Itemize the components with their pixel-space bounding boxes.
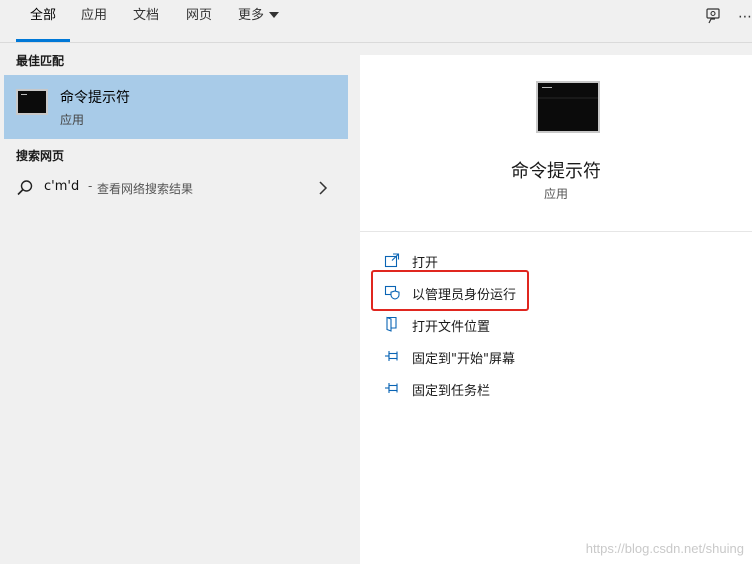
divider — [360, 231, 752, 232]
search-filter-bar: 全部 应用 文档 网页 更多 ⋯ — [0, 0, 752, 43]
chevron-right-icon[interactable] — [318, 181, 328, 195]
action-open-file-location[interactable]: 打开文件位置 — [360, 310, 752, 338]
action-pin-to-taskbar-label: 固定到任务栏 — [412, 384, 491, 399]
file-location-icon — [386, 316, 397, 332]
command-prompt-icon — [16, 89, 48, 115]
app-name: 命令提示符 — [511, 161, 601, 182]
command-prompt-icon — [536, 81, 600, 133]
search-icon — [17, 180, 33, 196]
action-pin-to-start-label: 固定到"开始"屏幕 — [412, 352, 515, 367]
action-open-file-location-label: 打开文件位置 — [412, 320, 491, 335]
action-open-label: 打开 — [412, 256, 439, 271]
web-search-query: c'm'd — [44, 179, 80, 194]
feedback-icon[interactable] — [705, 7, 723, 25]
action-pin-to-taskbar[interactable]: 固定到任务栏 — [360, 374, 752, 402]
tab-web[interactable]: 网页 — [186, 0, 212, 43]
app-detail-panel: 命令提示符 应用 打开 以管理员身份运行 打开文件位置 固定到"开始"屏幕 固定… — [360, 55, 752, 564]
tab-apps[interactable]: 应用 — [81, 0, 107, 43]
best-match-name: 命令提示符 — [60, 90, 130, 106]
web-search-heading: 搜索网页 — [16, 149, 65, 163]
tab-all[interactable]: 全部 — [15, 0, 71, 43]
tab-more[interactable]: 更多 — [238, 0, 280, 43]
more-options-icon[interactable]: ⋯ — [738, 8, 752, 26]
chevron-down-icon — [269, 11, 280, 18]
best-match-type: 应用 — [60, 113, 85, 127]
best-match-result[interactable]: 命令提示符 应用 — [4, 75, 348, 139]
annotation-highlight-box — [371, 270, 529, 311]
pin-icon — [385, 383, 398, 393]
pin-icon — [385, 351, 398, 361]
web-search-separator: - — [88, 179, 93, 193]
tab-more-label: 更多 — [238, 8, 265, 23]
open-icon — [384, 253, 400, 268]
results-panel: 最佳匹配 命令提示符 应用 搜索网页 c'm'd - 查看网络搜索结果 — [0, 43, 348, 564]
watermark: https://blog.csdn.net/shuing — [585, 541, 744, 556]
web-search-description: 查看网络搜索结果 — [97, 182, 194, 196]
app-type: 应用 — [543, 187, 568, 201]
best-match-heading: 最佳匹配 — [16, 54, 65, 68]
tab-documents[interactable]: 文档 — [133, 0, 159, 43]
action-pin-to-start[interactable]: 固定到"开始"屏幕 — [360, 342, 752, 370]
web-search-result[interactable]: c'm'd - 查看网络搜索结果 — [0, 173, 348, 203]
